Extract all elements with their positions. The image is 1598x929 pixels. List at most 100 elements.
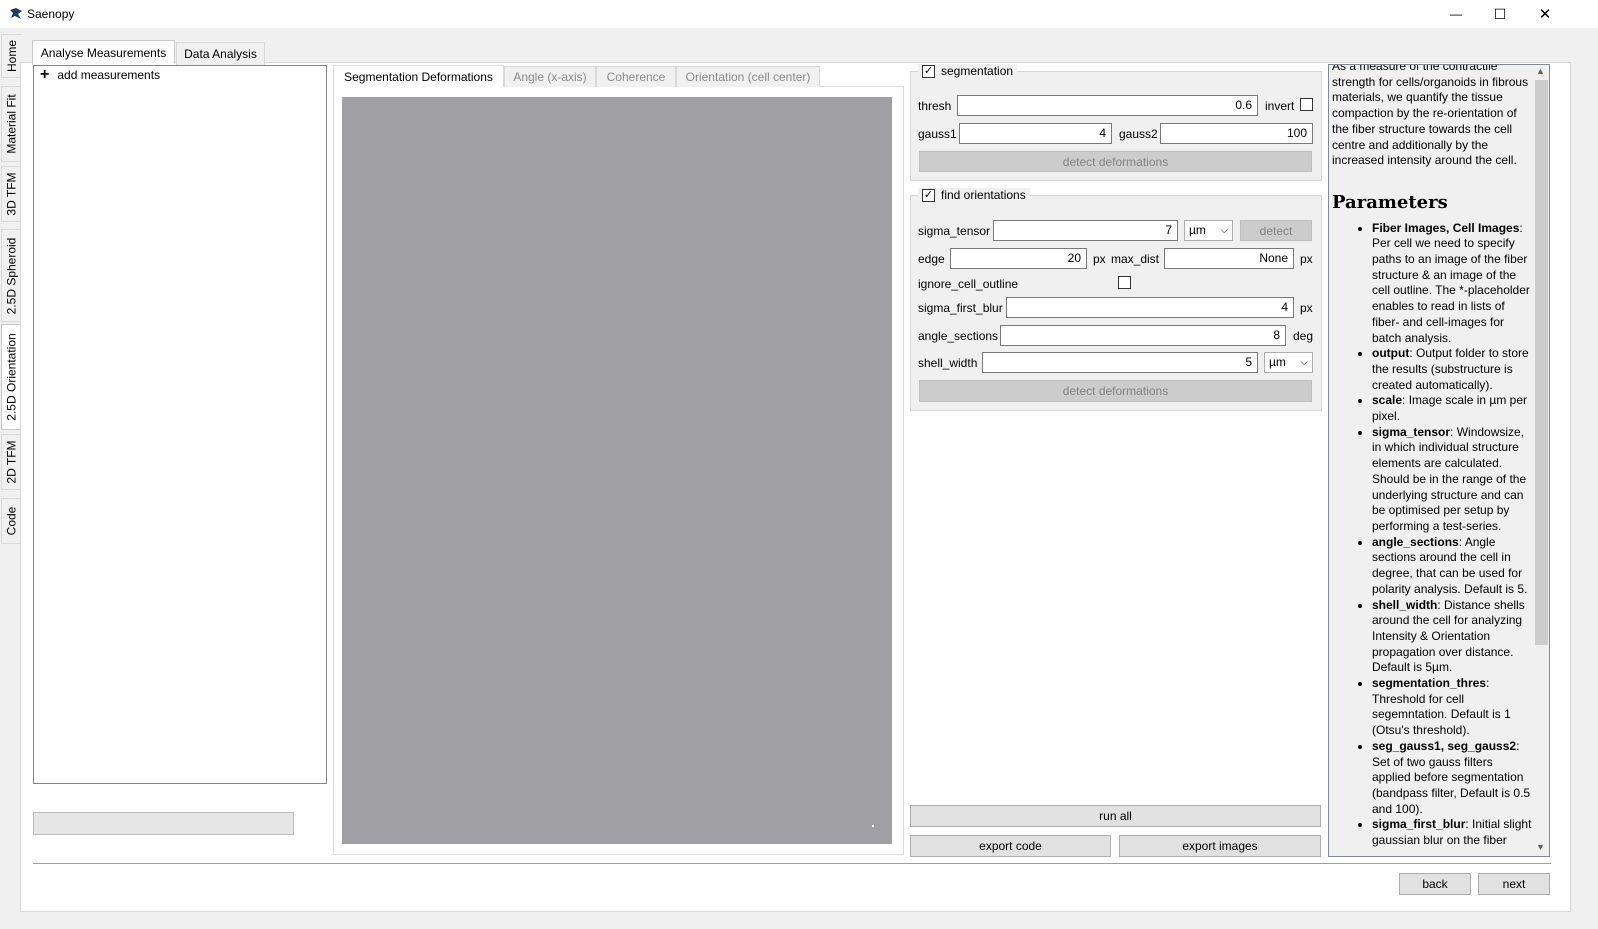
param-term: output xyxy=(1372,346,1410,361)
close-button[interactable]: ✕ xyxy=(1522,0,1568,28)
edge-label: edge xyxy=(918,252,945,266)
list-item: shell_width: Distance shells around the … xyxy=(1372,598,1532,677)
measurement-tree[interactable] xyxy=(33,65,327,784)
segmentation-title: segmentation xyxy=(941,64,1014,78)
thresh-label: thresh xyxy=(918,99,952,113)
sigma-first-blur-unit-label: px xyxy=(1300,301,1313,315)
sigma-tensor-label: sigma_tensor xyxy=(918,224,991,238)
invert-checkbox[interactable] xyxy=(1300,98,1313,111)
image-canvas[interactable] xyxy=(342,97,892,844)
button-label: back xyxy=(1422,877,1448,891)
tab-angle-x-axis[interactable]: Angle (x-axis) xyxy=(504,66,596,87)
minimize-icon: — xyxy=(1450,7,1462,21)
tab-analyse-measurements[interactable]: Analyse Measurements xyxy=(32,40,175,64)
side-tab-2d-tfm[interactable]: 2D TFM xyxy=(1,434,21,490)
button-label: next xyxy=(1502,877,1526,891)
side-tab-2-5d-spheroid[interactable]: 2.5D Spheroid xyxy=(1,229,21,322)
side-tab-2-5d-orientation[interactable]: 2.5D Orientation xyxy=(1,324,21,430)
tab-label: Data Analysis xyxy=(184,47,257,61)
orientations-group-header: ✓ find orientations xyxy=(918,188,1030,202)
add-measurements-item[interactable]: + add measurements xyxy=(40,67,160,83)
side-tab-label: 2D TFM xyxy=(4,440,19,484)
run-all-button[interactable]: run all xyxy=(910,805,1321,827)
button-label: export images xyxy=(1182,839,1258,853)
side-tab-home[interactable]: Home xyxy=(1,34,21,78)
tab-label: Coherence xyxy=(606,70,666,84)
app-logo-icon xyxy=(10,8,22,19)
side-tab-3d-tfm[interactable]: 3D TFM xyxy=(1,166,21,222)
export-code-button[interactable]: export code xyxy=(910,835,1111,857)
button-label: detect deformations xyxy=(1062,384,1169,398)
side-tab-label: Home xyxy=(4,39,19,73)
tab-data-analysis[interactable]: Data Analysis xyxy=(176,42,265,65)
segmentation-checkbox[interactable]: ✓ xyxy=(922,64,935,78)
gauss1-input[interactable]: 4 xyxy=(959,123,1112,144)
param-description: : Windowsize, in which individual struct… xyxy=(1372,424,1527,533)
help-content: As a measure of the contractile strength… xyxy=(1332,64,1532,849)
tab-label: Orientation (cell center) xyxy=(685,70,811,84)
help-panel[interactable]: As a measure of the contractile strength… xyxy=(1328,64,1550,857)
find-orientations-checkbox[interactable]: ✓ xyxy=(922,188,935,202)
help-scrollbar-thumb[interactable] xyxy=(1535,80,1548,645)
param-term: segmentation_thres xyxy=(1372,676,1487,691)
edge-unit-label: px xyxy=(1093,252,1106,266)
scroll-down-icon[interactable]: ▼ xyxy=(1536,842,1545,852)
button-label: detect xyxy=(1259,223,1293,238)
tab-segmentation-deformations[interactable]: Segmentation Deformations xyxy=(333,65,504,87)
minimize-button[interactable]: — xyxy=(1433,0,1479,28)
shell-width-input[interactable]: 5 xyxy=(982,352,1258,373)
tab-coherence[interactable]: Coherence xyxy=(596,66,676,87)
ignore-cell-outline-checkbox[interactable] xyxy=(1118,276,1131,289)
param-description: : Per cell we need to specify paths to a… xyxy=(1372,220,1530,345)
list-item: segmentation_thres: Threshold for cell s… xyxy=(1372,676,1532,739)
side-tab-code[interactable]: Code xyxy=(1,498,21,544)
segmentation-group-header: ✓ segmentation xyxy=(918,64,1018,78)
shell-width-unit-select[interactable]: µm ⌵ xyxy=(1264,352,1313,373)
scroll-up-icon[interactable]: ▲ xyxy=(1536,66,1545,76)
side-tab-label: Material Fit xyxy=(4,94,19,154)
param-term: sigma_tensor xyxy=(1372,424,1451,439)
side-tab-label: 3D TFM xyxy=(4,172,19,216)
list-item: output: Output folder to store the resul… xyxy=(1372,346,1532,393)
help-intro: As a measure of the contractile strength… xyxy=(1332,64,1529,168)
angle-sections-label: angle_sections xyxy=(918,329,999,343)
maximize-button[interactable]: ☐ xyxy=(1477,0,1523,28)
shell-width-label: shell_width xyxy=(918,356,978,370)
detect-button[interactable]: detect xyxy=(1240,220,1312,241)
param-term: Fiber Images, Cell Images xyxy=(1372,220,1520,235)
window-title: Saenopy xyxy=(27,7,75,21)
chevron-down-icon: ⌵ xyxy=(1300,357,1308,368)
button-label: detect deformations xyxy=(1062,154,1169,169)
sigma-tensor-input[interactable]: 7 xyxy=(993,220,1178,241)
side-tab-material-fit[interactable]: Material Fit xyxy=(1,86,21,162)
gauss2-input[interactable]: 100 xyxy=(1160,123,1313,144)
maximize-icon: ☐ xyxy=(1493,5,1507,22)
chevron-down-icon: ⌵ xyxy=(1220,225,1228,236)
tab-label: Segmentation Deformations xyxy=(344,69,493,84)
orientations-detect-deformations-button[interactable]: detect deformations xyxy=(919,380,1312,402)
sigma-first-blur-input[interactable]: 4 xyxy=(1006,297,1294,318)
segmentation-detect-deformations-button[interactable]: detect deformations xyxy=(919,151,1312,172)
thresh-input[interactable]: 0.6 xyxy=(957,95,1258,116)
next-button[interactable]: next xyxy=(1478,873,1550,895)
angle-sections-unit-label: deg xyxy=(1293,329,1314,343)
list-item: Fiber Images, Cell Images: Per cell we n… xyxy=(1372,221,1532,347)
angle-sections-input[interactable]: 8 xyxy=(1000,325,1286,346)
button-label: run all xyxy=(1099,809,1132,823)
param-term: seg_gauss1, seg_gauss2 xyxy=(1372,738,1517,753)
param-term: shell_width xyxy=(1372,597,1438,612)
button-label: export code xyxy=(979,839,1042,853)
tab-orientation-cell-center[interactable]: Orientation (cell center) xyxy=(676,66,820,87)
list-item: sigma_first_blur: Initial slight gaussia… xyxy=(1372,817,1532,848)
max-dist-input[interactable]: None xyxy=(1164,248,1294,269)
edge-input[interactable]: 20 xyxy=(950,248,1087,269)
gauss1-label: gauss1 xyxy=(918,127,957,141)
sigma-tensor-unit-select[interactable]: µm ⌵ xyxy=(1184,220,1233,241)
side-tab-label: 2.5D Orientation xyxy=(4,333,19,421)
param-term: scale xyxy=(1372,393,1403,408)
canvas-marker xyxy=(872,825,874,827)
back-button[interactable]: back xyxy=(1399,873,1471,895)
export-images-button[interactable]: export images xyxy=(1119,835,1321,857)
parameter-list: Fiber Images, Cell Images: Per cell we n… xyxy=(1332,221,1532,849)
tab-label: Analyse Measurements xyxy=(40,45,167,60)
